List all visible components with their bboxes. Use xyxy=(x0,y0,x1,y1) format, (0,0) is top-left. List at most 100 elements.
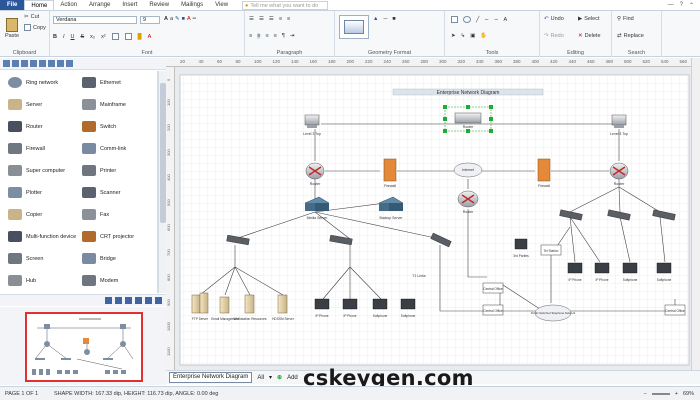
line-style-icon[interactable]: ─ xyxy=(383,16,387,22)
palette-item[interactable]: Scanner xyxy=(82,187,121,198)
central-office-3[interactable]: Central Office xyxy=(664,304,686,316)
crop-tool-icon[interactable]: ▣ xyxy=(470,33,475,39)
library-view-icon-5[interactable] xyxy=(66,60,73,67)
minimize-icon[interactable]: — xyxy=(668,2,674,8)
undo-button[interactable]: ↶ Undo xyxy=(544,16,564,22)
polyline-tool-icon[interactable]: ∽ xyxy=(494,17,499,23)
align-middle-icon[interactable]: ☰ xyxy=(259,16,264,22)
palette-item[interactable]: Firewall xyxy=(8,143,45,154)
pages-icon[interactable] xyxy=(155,297,162,304)
folder-icon[interactable] xyxy=(115,297,122,304)
palette-item[interactable]: Hub xyxy=(8,275,36,286)
palette-item[interactable]: Screen xyxy=(8,253,43,264)
font-size-select[interactable]: 9 xyxy=(140,16,160,24)
tab-action[interactable]: Action xyxy=(54,0,83,10)
justify-icon[interactable]: ≡ xyxy=(274,33,277,39)
palette-item[interactable]: Printer xyxy=(82,165,116,176)
superscript-icon[interactable]: x² xyxy=(101,34,106,40)
tab-home[interactable]: Home xyxy=(24,0,55,10)
palette-item[interactable]: Comm-link xyxy=(82,143,126,154)
line-color-icon[interactable]: ━ xyxy=(193,16,196,22)
numbering-icon[interactable]: ≡ xyxy=(287,16,290,22)
align-left-icon[interactable]: ≡ xyxy=(249,33,252,39)
format-painter-icon[interactable]: ✎ xyxy=(175,16,180,22)
tab-file[interactable]: File xyxy=(0,0,25,10)
palette-item[interactable]: Fax xyxy=(82,209,109,220)
italic-icon[interactable]: I xyxy=(63,34,65,40)
add-page-icon[interactable]: ⊕ xyxy=(277,374,282,381)
palette-item[interactable]: CRT projector xyxy=(82,231,134,242)
new-library-icon[interactable] xyxy=(3,60,10,67)
tell-me-input[interactable]: ● Tell me what you want to do xyxy=(242,1,329,10)
align-center-icon[interactable]: ≡ xyxy=(257,33,261,39)
palette-item[interactable]: Ethernet xyxy=(82,77,121,88)
pan-tool-icon[interactable]: ✋ xyxy=(480,33,487,39)
tab-arrange[interactable]: Arrange xyxy=(83,0,116,10)
zoom-slider[interactable] xyxy=(651,392,670,395)
library-view-icon-2[interactable] xyxy=(39,60,46,67)
library-view-icon-3[interactable] xyxy=(48,60,55,67)
help-icon[interactable]: ? xyxy=(680,2,683,8)
tab-insert[interactable]: Insert xyxy=(116,0,143,10)
palette-item[interactable]: Bridge xyxy=(82,253,116,264)
internet-cloud[interactable]: Internet xyxy=(453,162,483,178)
fill-bucket-icon[interactable]: ▲ xyxy=(373,16,378,22)
zoom-level[interactable]: 69% xyxy=(683,391,694,397)
third-party-pc[interactable]: 3rd Parties xyxy=(513,238,529,258)
text-tool-icon[interactable]: A xyxy=(504,17,508,23)
align-top-icon[interactable]: ☰ xyxy=(249,16,254,22)
palette-item[interactable]: Mainframe xyxy=(82,99,126,110)
zoom-out-icon[interactable]: − xyxy=(644,391,647,397)
collapse-ribbon-icon[interactable]: ⌃ xyxy=(689,2,694,9)
find-button[interactable]: ⚲ Find xyxy=(617,16,634,22)
add-page-label[interactable]: Add xyxy=(287,375,298,381)
ellipse-tool-icon[interactable] xyxy=(463,16,471,23)
all-pages-button[interactable]: All xyxy=(257,375,264,381)
underline-icon[interactable]: U xyxy=(71,34,75,40)
strikethrough-icon[interactable]: S xyxy=(81,34,85,40)
select-button[interactable]: ▶ Select xyxy=(578,16,600,22)
central-office-2[interactable]: Central Office xyxy=(482,304,504,316)
paragraph-mark-icon[interactable]: ¶ xyxy=(282,33,285,39)
save-library-icon[interactable] xyxy=(21,60,28,67)
palette-item[interactable]: Modem xyxy=(82,275,118,286)
box-icon[interactable] xyxy=(111,33,119,40)
tab-mailings[interactable]: Mailings xyxy=(175,0,209,10)
connector-tool-icon[interactable]: ↳ xyxy=(461,33,466,39)
subscript-icon[interactable]: x₂ xyxy=(90,34,95,40)
copy-button[interactable]: Copy xyxy=(24,24,46,31)
zoom-in-icon[interactable]: + xyxy=(675,391,678,397)
open-library-icon[interactable] xyxy=(12,60,19,67)
tab-view[interactable]: View xyxy=(209,0,234,10)
indent-icon[interactable]: ⇥ xyxy=(290,33,295,39)
cut-button[interactable]: ✂ Cut xyxy=(24,14,39,20)
palette-item[interactable]: Plotter xyxy=(8,187,42,198)
redo-button[interactable]: ↷ Redo xyxy=(544,33,564,39)
align-right-icon[interactable]: ≡ xyxy=(265,33,268,39)
library-view-icon-4[interactable] xyxy=(57,60,64,67)
palette-item[interactable]: Router xyxy=(8,121,43,132)
canvas-vertical-scrollbar[interactable] xyxy=(691,58,700,370)
palette-item[interactable]: Ring network xyxy=(8,77,58,88)
list-icon[interactable] xyxy=(145,297,152,304)
curve-tool-icon[interactable]: ∼ xyxy=(484,17,489,23)
highlight-icon[interactable]: █ xyxy=(138,34,142,40)
page-tab-enterprise[interactable]: Enterprise Network Diagram xyxy=(169,372,253,383)
palette-scrollbar[interactable] xyxy=(158,71,166,293)
tab-review[interactable]: Review xyxy=(143,0,175,10)
shadow-icon[interactable] xyxy=(124,33,132,40)
grid-icon[interactable] xyxy=(135,297,142,304)
tel-station[interactable]: Tel Station xyxy=(540,244,562,256)
dropdown-icon[interactable]: ▾ xyxy=(269,374,272,381)
effects-icon[interactable]: ■ xyxy=(392,16,395,22)
palette-item[interactable]: Multi-function device xyxy=(8,231,76,242)
font-color-icon[interactable]: A xyxy=(187,16,191,22)
firewall-right[interactable]: Firewall xyxy=(537,158,551,188)
firewall-left[interactable]: Firewall xyxy=(383,158,397,188)
central-office-1[interactable]: Central Office xyxy=(482,282,504,294)
bullets-icon[interactable]: ≡ xyxy=(279,16,282,22)
align-bottom-icon[interactable]: ☰ xyxy=(269,16,274,22)
rectangle-tool-icon[interactable] xyxy=(451,16,458,23)
monitor-icon[interactable] xyxy=(125,297,132,304)
line-tool-icon[interactable]: ╱ xyxy=(476,17,479,23)
